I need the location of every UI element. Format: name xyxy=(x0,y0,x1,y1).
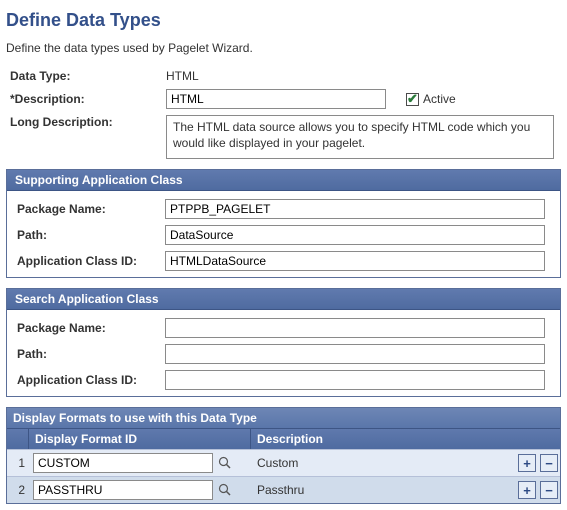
row-number: 1 xyxy=(7,452,29,474)
display-format-id-input[interactable] xyxy=(33,480,213,500)
add-row-button[interactable]: + xyxy=(518,454,536,472)
page-title: Define Data Types xyxy=(6,10,561,31)
grid-header-id[interactable]: Display Format ID xyxy=(29,429,251,449)
supporting-package-label: Package Name: xyxy=(13,202,165,216)
lookup-icon[interactable] xyxy=(217,482,233,498)
display-format-id-input[interactable] xyxy=(33,453,213,473)
long-description-input[interactable] xyxy=(166,115,554,159)
data-type-label: Data Type: xyxy=(6,69,166,83)
grid-header-rownum xyxy=(7,429,29,449)
grid-title: Display Formats to use with this Data Ty… xyxy=(7,408,560,428)
supporting-header: Supporting Application Class xyxy=(7,170,560,191)
grid-header-desc[interactable]: Description xyxy=(251,429,508,449)
supporting-app-class-section: Supporting Application Class Package Nam… xyxy=(6,169,561,278)
table-row: 2 Passthru + − xyxy=(7,476,560,503)
remove-row-button[interactable]: − xyxy=(540,454,558,472)
description-label: *Description: xyxy=(6,92,166,106)
search-path-label: Path: xyxy=(13,347,165,361)
search-path-input[interactable] xyxy=(165,344,545,364)
row-number: 2 xyxy=(7,479,29,501)
search-app-class-section: Search Application Class Package Name: P… xyxy=(6,288,561,397)
add-row-button[interactable]: + xyxy=(518,481,536,499)
search-package-input[interactable] xyxy=(165,318,545,338)
page-subtitle: Define the data types used by Pagelet Wi… xyxy=(6,41,561,55)
grid-header-actions xyxy=(508,429,560,449)
search-package-label: Package Name: xyxy=(13,321,165,335)
lookup-icon[interactable] xyxy=(217,455,233,471)
search-header: Search Application Class xyxy=(7,289,560,310)
display-format-desc: Passthru xyxy=(251,479,508,501)
search-class-label: Application Class ID: xyxy=(13,373,165,387)
display-format-desc: Custom xyxy=(251,452,508,474)
supporting-package-input[interactable] xyxy=(165,199,545,219)
supporting-class-label: Application Class ID: xyxy=(13,254,165,268)
supporting-path-input[interactable] xyxy=(165,225,545,245)
supporting-path-label: Path: xyxy=(13,228,165,242)
supporting-class-input[interactable] xyxy=(165,251,545,271)
remove-row-button[interactable]: − xyxy=(540,481,558,499)
search-class-input[interactable] xyxy=(165,370,545,390)
active-checkbox[interactable] xyxy=(406,93,419,106)
data-type-value: HTML xyxy=(166,69,199,83)
description-input[interactable] xyxy=(166,89,386,109)
long-description-label: Long Description: xyxy=(6,115,166,129)
active-label: Active xyxy=(423,92,456,106)
display-formats-grid: Display Formats to use with this Data Ty… xyxy=(6,407,561,504)
table-row: 1 Custom + − xyxy=(7,449,560,476)
